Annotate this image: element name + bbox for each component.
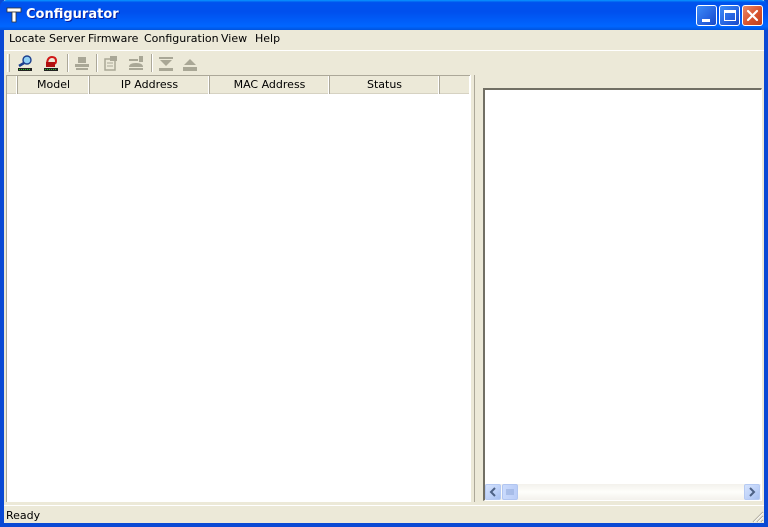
toolbar — [4, 50, 764, 74]
column-header-mac-address[interactable]: MAC Address — [210, 76, 330, 94]
scroll-thumb[interactable] — [502, 484, 518, 500]
column-header-blank[interactable] — [7, 76, 18, 94]
chevron-left-icon — [489, 487, 496, 497]
config-document-button[interactable] — [101, 53, 121, 73]
toolbar-grip[interactable] — [7, 54, 10, 72]
menu-bar: Locate Server Firmware Configuration Vie… — [4, 30, 764, 49]
upload-button[interactable] — [180, 53, 200, 73]
minimize-button[interactable] — [696, 5, 717, 26]
config-document-icon — [104, 56, 117, 71]
upload-icon — [183, 59, 197, 71]
title-bar[interactable]: Configurator — [0, 0, 768, 30]
menu-view[interactable]: View — [221, 32, 247, 45]
app-window: Configurator Locate Server Firmware Conf… — [0, 0, 768, 527]
scroll-right-button[interactable] — [744, 484, 760, 500]
horizontal-scrollbar[interactable] — [485, 484, 761, 500]
server-settings-icon — [75, 57, 89, 70]
column-header-filler — [440, 76, 470, 94]
grip-lines-icon — [506, 489, 514, 495]
window-title: Configurator — [26, 7, 119, 22]
maximize-icon — [724, 10, 736, 21]
search-server-button[interactable] — [15, 53, 35, 73]
server-key-icon — [129, 56, 143, 70]
close-icon — [746, 9, 759, 22]
menu-locate-server[interactable]: Locate Server — [9, 32, 85, 45]
menu-configuration[interactable]: Configuration — [144, 32, 219, 45]
status-text: Ready — [6, 509, 41, 522]
toolbar-separator — [67, 54, 69, 72]
download-button[interactable] — [156, 53, 176, 73]
list-header: Model IP Address MAC Address Status — [7, 76, 470, 94]
minimize-icon — [702, 19, 710, 22]
column-header-model[interactable]: Model — [18, 76, 90, 94]
chevron-right-icon — [749, 487, 756, 497]
toolbar-separator — [96, 54, 98, 72]
close-button[interactable] — [742, 5, 763, 26]
server-key-button[interactable] — [126, 53, 146, 73]
menu-firmware[interactable]: Firmware — [88, 32, 138, 45]
download-icon — [159, 57, 173, 71]
server-list[interactable]: Model IP Address MAC Address Status — [6, 75, 470, 502]
status-bar: Ready — [4, 505, 764, 523]
resize-grip-icon[interactable] — [750, 509, 764, 523]
server-settings-button[interactable] — [72, 53, 92, 73]
scroll-left-button[interactable] — [485, 484, 501, 500]
column-header-status[interactable]: Status — [330, 76, 440, 94]
locate-server-red-icon — [44, 56, 58, 71]
toolbar-separator — [151, 54, 153, 72]
column-header-ip-address[interactable]: IP Address — [90, 76, 210, 94]
hammer-icon — [6, 7, 22, 23]
search-server-icon — [18, 55, 32, 71]
locate-server-button[interactable] — [41, 53, 61, 73]
details-pane[interactable] — [483, 88, 762, 501]
menu-help[interactable]: Help — [255, 32, 280, 45]
maximize-button[interactable] — [719, 5, 740, 26]
